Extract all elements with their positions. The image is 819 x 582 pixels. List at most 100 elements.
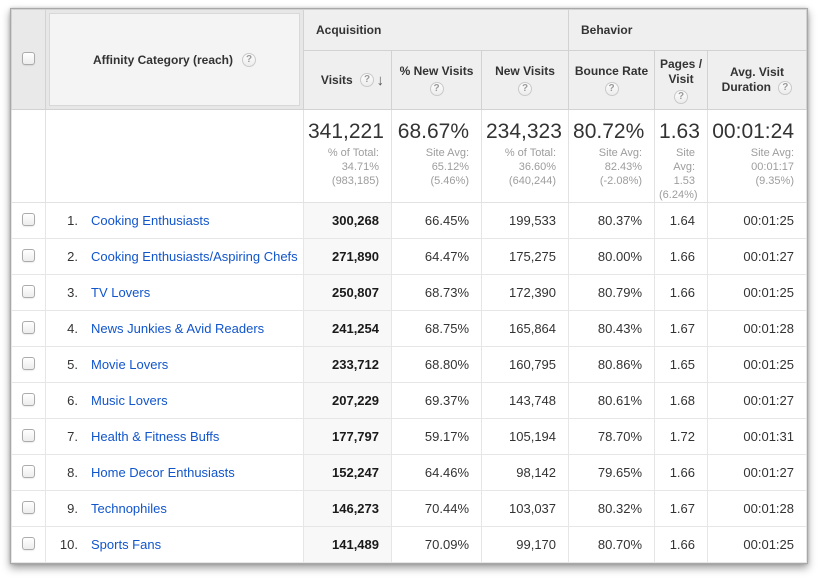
pages-per-visit-cell: 1.66 xyxy=(655,275,708,311)
dimension-header[interactable]: Affinity Category (reach) ? xyxy=(49,13,300,106)
summary-avg-visit-duration-value: 00:01:24 xyxy=(712,120,794,144)
category-link[interactable]: Cooking Enthusiasts/Aspiring Chefs xyxy=(91,249,298,264)
dimension-header-cell: Affinity Category (reach) ? xyxy=(46,10,304,110)
pct-new-visits-cell: 66.45% xyxy=(392,203,482,239)
row-checkbox-cell xyxy=(12,383,46,419)
row-checkbox[interactable] xyxy=(22,429,35,442)
summary-new-visits-value: 234,323 xyxy=(486,120,556,144)
bounce-rate-cell: 80.61% xyxy=(569,383,655,419)
column-header-visits-label: Visits xyxy=(321,73,353,87)
row-checkbox-cell xyxy=(12,491,46,527)
category-link[interactable]: Cooking Enthusiasts xyxy=(91,213,210,228)
bounce-rate-cell: 80.79% xyxy=(569,275,655,311)
group-header-acquisition-label: Acquisition xyxy=(316,23,381,37)
summary-visits-value: 341,221 xyxy=(308,120,379,144)
help-icon[interactable]: ? xyxy=(430,82,444,96)
column-header-avg-visit-duration[interactable]: Avg. Visit Duration ? xyxy=(708,51,807,110)
bounce-rate-cell: 80.37% xyxy=(569,203,655,239)
pages-per-visit-cell: 1.66 xyxy=(655,239,708,275)
row-checkbox[interactable] xyxy=(22,537,35,550)
row-rank: 7. xyxy=(46,429,78,444)
summary-avg-visit-duration: 00:01:24 Site Avg: 00:01:17 (9.35%) xyxy=(708,110,807,203)
pct-new-visits-cell: 69.37% xyxy=(392,383,482,419)
analytics-report-table: Affinity Category (reach) ? Acquisition … xyxy=(10,8,808,564)
row-checkbox-cell xyxy=(12,347,46,383)
bounce-rate-cell: 80.32% xyxy=(569,491,655,527)
row-checkbox-cell xyxy=(12,311,46,347)
row-checkbox[interactable] xyxy=(22,249,35,262)
row-checkbox-cell xyxy=(12,527,46,563)
sort-descending-icon: ↓ xyxy=(377,72,385,89)
help-icon[interactable]: ? xyxy=(605,82,619,96)
column-header-visits[interactable]: Visits ? ↓ xyxy=(304,51,392,110)
category-link[interactable]: Music Lovers xyxy=(91,393,168,408)
column-header-bounce-rate-label: Bounce Rate xyxy=(573,64,650,79)
summary-subline: 1.53 xyxy=(659,174,695,188)
bounce-rate-cell: 80.70% xyxy=(569,527,655,563)
column-header-pct-new-visits[interactable]: % New Visits ? xyxy=(392,51,482,110)
row-checkbox[interactable] xyxy=(22,213,35,226)
visits-cell: 141,489 xyxy=(304,527,392,563)
pages-per-visit-cell: 1.65 xyxy=(655,347,708,383)
column-header-new-visits[interactable]: New Visits ? xyxy=(482,51,569,110)
category-link[interactable]: Home Decor Enthusiasts xyxy=(91,465,235,480)
row-checkbox[interactable] xyxy=(22,501,35,514)
row-rank: 10. xyxy=(46,537,78,552)
category-cell: 9. Technophiles xyxy=(46,491,304,527)
category-link[interactable]: Technophiles xyxy=(91,501,167,516)
select-all-checkbox[interactable] xyxy=(22,52,35,65)
visits-cell: 300,268 xyxy=(304,203,392,239)
dimension-header-label: Affinity Category (reach) xyxy=(93,53,233,67)
pages-per-visit-cell: 1.68 xyxy=(655,383,708,419)
help-icon[interactable]: ? xyxy=(674,90,688,104)
column-header-pct-new-visits-label: % New Visits xyxy=(396,64,477,79)
visits-cell: 233,712 xyxy=(304,347,392,383)
visits-cell: 250,807 xyxy=(304,275,392,311)
summary-subline: % of Total: xyxy=(308,146,379,160)
category-link[interactable]: News Junkies & Avid Readers xyxy=(91,321,264,336)
category-cell: 6. Music Lovers xyxy=(46,383,304,419)
column-header-pages-per-visit[interactable]: Pages / Visit ? xyxy=(655,51,708,110)
summary-bounce-rate-value: 80.72% xyxy=(573,120,642,144)
column-header-new-visits-label: New Visits xyxy=(486,64,564,79)
help-icon[interactable]: ? xyxy=(242,53,256,67)
category-link[interactable]: Health & Fitness Buffs xyxy=(91,429,219,444)
row-rank: 5. xyxy=(46,357,78,372)
pct-new-visits-cell: 70.44% xyxy=(392,491,482,527)
new-visits-cell: 172,390 xyxy=(482,275,569,311)
category-cell: 3. TV Lovers xyxy=(46,275,304,311)
summary-subline: Site Avg: xyxy=(659,146,695,174)
summary-pages-per-visit: 1.63 Site Avg: 1.53 (6.24%) xyxy=(655,110,708,203)
summary-subline: 36.60% xyxy=(486,160,556,174)
column-header-bounce-rate[interactable]: Bounce Rate ? xyxy=(569,51,655,110)
category-cell: 10. Sports Fans xyxy=(46,527,304,563)
column-header-pages-per-visit-label: Pages / Visit xyxy=(659,57,703,87)
category-link[interactable]: Sports Fans xyxy=(91,537,161,552)
avg-visit-duration-cell: 00:01:27 xyxy=(708,455,807,491)
summary-subline: Site Avg: xyxy=(396,146,469,160)
category-link[interactable]: Movie Lovers xyxy=(91,357,168,372)
visits-cell: 241,254 xyxy=(304,311,392,347)
row-rank: 6. xyxy=(46,393,78,408)
row-checkbox[interactable] xyxy=(22,285,35,298)
summary-subline: 82.43% xyxy=(573,160,642,174)
summary-subline: Site Avg: xyxy=(573,146,642,160)
column-header-avg-visit-duration-label: Avg. Visit Duration xyxy=(722,65,784,94)
bounce-rate-cell: 80.86% xyxy=(569,347,655,383)
row-checkbox[interactable] xyxy=(22,465,35,478)
table-row: 10. Sports Fans 141,489 70.09% 99,170 80… xyxy=(12,527,807,563)
category-link[interactable]: TV Lovers xyxy=(91,285,150,300)
help-icon[interactable]: ? xyxy=(360,73,374,87)
new-visits-cell: 99,170 xyxy=(482,527,569,563)
summary-subline: 65.12% xyxy=(396,160,469,174)
pages-per-visit-cell: 1.66 xyxy=(655,455,708,491)
help-icon[interactable]: ? xyxy=(778,81,792,95)
row-rank: 3. xyxy=(46,285,78,300)
pct-new-visits-cell: 59.17% xyxy=(392,419,482,455)
row-checkbox[interactable] xyxy=(22,393,35,406)
row-checkbox[interactable] xyxy=(22,357,35,370)
summary-subline: (983,185) xyxy=(308,174,379,188)
help-icon[interactable]: ? xyxy=(518,82,532,96)
new-visits-cell: 103,037 xyxy=(482,491,569,527)
row-checkbox[interactable] xyxy=(22,321,35,334)
